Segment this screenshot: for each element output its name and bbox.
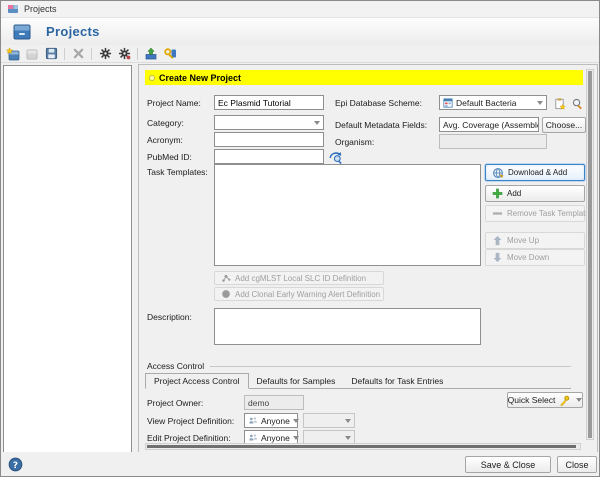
toolbar-separator (137, 47, 138, 60)
quick-select-button[interactable]: Quick Select (507, 392, 583, 408)
scheme-table-icon (443, 97, 453, 108)
view-project-definition-extra-select (303, 413, 355, 428)
toolbar-separator (91, 47, 92, 60)
duplicate-project-icon (24, 46, 40, 62)
chevron-down-icon (345, 418, 351, 423)
chevron-down-icon (292, 418, 299, 423)
create-new-project-banner: Create New Project (145, 70, 583, 85)
chevron-down-icon (314, 120, 320, 125)
projects-header-icon (11, 21, 33, 43)
group-people-icon (248, 433, 258, 443)
horizontal-scrollbar[interactable] (145, 443, 581, 450)
project-owner-label: Project Owner: (147, 398, 204, 408)
window-title: Projects (24, 4, 57, 14)
description-label: Description: (147, 312, 192, 322)
download-globe-icon (492, 167, 504, 179)
save-and-close-button[interactable]: Save & Close (465, 456, 551, 473)
add-task-template-button[interactable]: Add (485, 185, 585, 202)
default-metadata-fields-value: Avg. Coverage (Assembled), Approximated … (439, 117, 539, 132)
key-icon (559, 395, 570, 406)
organism-label: Organism: (335, 137, 375, 147)
pubmed-fetch-icon[interactable] (328, 149, 344, 165)
epi-database-scheme-value: Default Bacteria (456, 97, 517, 108)
banner-bullet-icon (149, 74, 155, 81)
help-icon[interactable]: ? (7, 456, 23, 472)
save-icon[interactable] (43, 46, 59, 62)
plus-icon (492, 188, 503, 199)
project-name-label: Project Name: (147, 98, 201, 108)
page-header: Projects (1, 18, 599, 45)
description-textarea[interactable] (214, 308, 481, 345)
move-up-button: Move Up (485, 232, 585, 249)
page-title: Projects (46, 24, 100, 39)
create-project-panel: Create New Project Project Name: Categor… (138, 64, 598, 453)
vertical-scrollbar[interactable] (586, 69, 594, 440)
close-button[interactable]: Close (557, 456, 597, 473)
projects-list[interactable] (3, 65, 132, 453)
edit-scheme-icon[interactable] (551, 95, 567, 111)
group-divider (210, 365, 571, 367)
move-down-button: Move Down (485, 249, 585, 266)
search-scheme-icon[interactable] (569, 95, 585, 111)
dialog-footer: ? Save & Close Close (1, 452, 599, 476)
group-people-icon (248, 416, 258, 426)
view-project-definition-value: Anyone (261, 415, 290, 426)
category-select[interactable] (214, 115, 324, 130)
arrow-up-icon (492, 235, 503, 246)
choose-metadata-button[interactable]: Choose... (542, 117, 586, 133)
task-templates-label: Task Templates: (147, 167, 208, 177)
project-name-input[interactable] (214, 95, 324, 110)
tab-project-access-control[interactable]: Project Access Control (145, 373, 249, 389)
add-clonal-alert-button: Add Clonal Early Warning Alert Definitio… (214, 287, 384, 301)
acronym-input[interactable] (214, 132, 324, 147)
chevron-down-icon (292, 435, 299, 440)
title-bar[interactable]: Projects (1, 1, 599, 18)
epi-database-scheme-select[interactable]: Default Bacteria (439, 95, 547, 110)
banner-label: Create New Project (159, 72, 242, 83)
arrow-down-icon (492, 252, 503, 263)
toolbar (1, 45, 599, 63)
acronym-label: Acronym: (147, 135, 183, 145)
view-project-definition-label: View Project Definition: (147, 416, 235, 426)
pubmed-id-label: PubMed ID: (147, 152, 192, 162)
minus-icon (492, 208, 503, 219)
edit-project-definition-value: Anyone (261, 432, 290, 443)
access-control-group: Access Control (147, 361, 571, 371)
project-owner-field (244, 395, 304, 410)
alert-circle-icon (221, 289, 231, 299)
access-control-tabs: Project Access Control Defaults for Samp… (145, 373, 571, 389)
chevron-down-icon (537, 100, 543, 105)
tab-defaults-for-task-entries[interactable]: Defaults for Task Entries (343, 374, 451, 388)
import-upload-icon[interactable] (143, 46, 159, 62)
epi-database-scheme-label: Epi Database Scheme: (335, 98, 422, 108)
tools-gear-icon[interactable] (116, 46, 132, 62)
remove-task-template-button: Remove Task Template (485, 205, 590, 222)
download-and-add-button[interactable]: Download & Add (485, 164, 585, 181)
projects-dialog: Projects Projects Create New Project Pro… (0, 0, 600, 477)
chevron-down-icon (576, 398, 583, 402)
toolbar-separator (64, 47, 65, 60)
chevron-down-icon (345, 435, 351, 440)
default-metadata-fields-label: Default Metadata Fields: (335, 120, 428, 130)
projects-window-icon (7, 3, 19, 15)
vertical-scrollbar-thumb[interactable] (588, 71, 592, 438)
svg-text:?: ? (12, 460, 17, 470)
new-project-icon[interactable] (5, 46, 21, 62)
organism-input (439, 134, 547, 149)
permissions-key-icon[interactable] (162, 46, 178, 62)
access-control-label: Access Control (147, 361, 205, 371)
view-project-definition-select[interactable]: Anyone (244, 413, 299, 428)
edit-project-definition-label: Edit Project Definition: (147, 433, 231, 443)
task-templates-list[interactable] (214, 164, 481, 266)
settings-gear-icon[interactable] (97, 46, 113, 62)
tab-defaults-for-samples[interactable]: Defaults for Samples (249, 374, 344, 388)
horizontal-scrollbar-thumb[interactable] (147, 445, 576, 448)
add-cgmlst-slc-button: Add cgMLST Local SLC ID Definition (214, 271, 384, 285)
cluster-icon (221, 273, 231, 283)
category-label: Category: (147, 118, 184, 128)
pubmed-id-input[interactable] (214, 149, 324, 164)
delete-icon (70, 46, 86, 62)
